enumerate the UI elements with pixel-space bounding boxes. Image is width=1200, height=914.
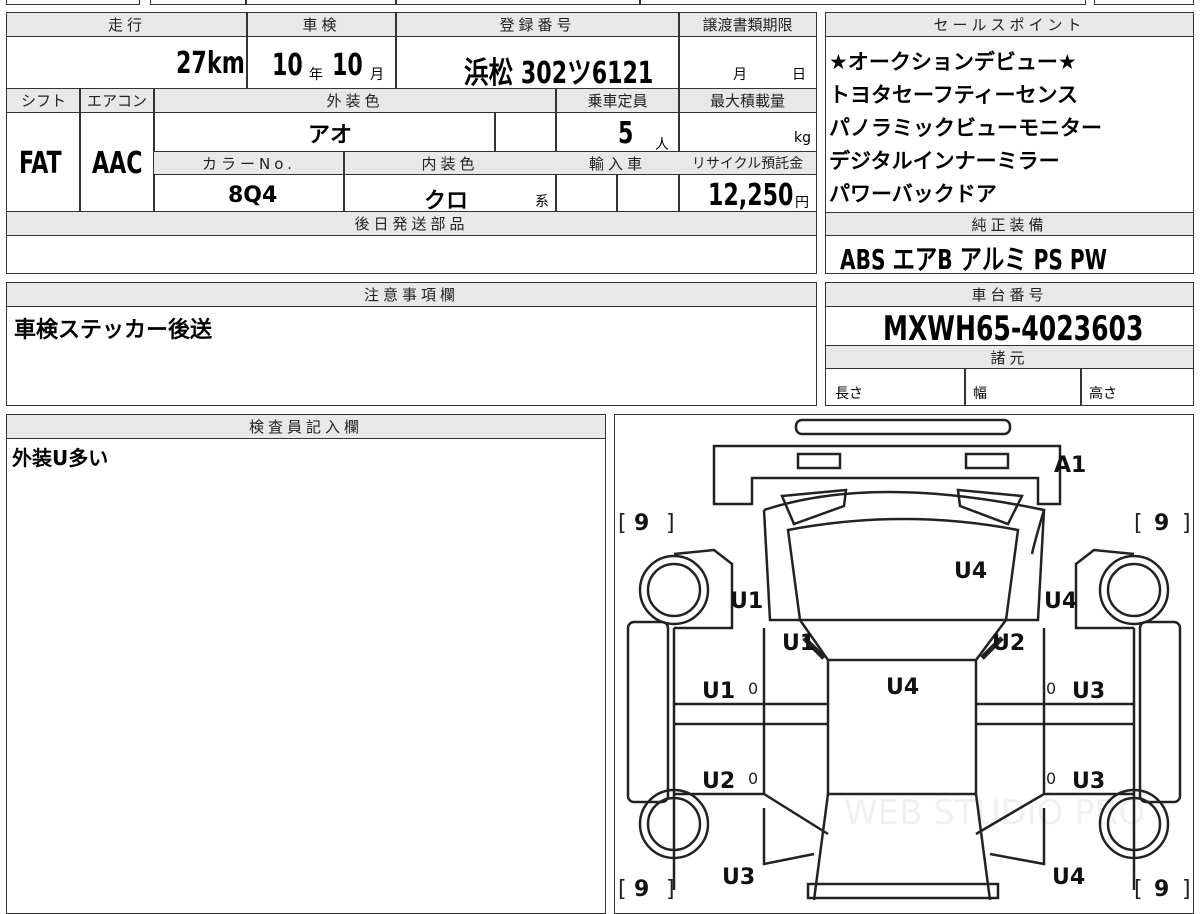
- sales-point-1: ★オークションデビュー★: [829, 50, 1077, 74]
- vehicle-diagram: [] [] [] [] 9 9 9 9 A1 U4 U1 U4 U1 U2 U4…: [618, 418, 1191, 900]
- sales-point-2: トヨタセーフティーセンス: [829, 83, 1079, 107]
- transfer-day: 日: [792, 67, 806, 83]
- later-parts-header: 後日発送部品: [7, 212, 816, 236]
- notes-value: 車検ステッカー後送: [14, 318, 213, 343]
- top-strip-cell-5: [640, 0, 1086, 5]
- inspector-header: 検査員記入欄: [7, 415, 605, 439]
- svg-text:[: [: [1134, 877, 1143, 900]
- exterior-color-header: 外装色: [154, 89, 556, 113]
- mark-fender-right: U4: [1044, 589, 1077, 614]
- mileage-unit: km: [207, 46, 245, 81]
- capacity-value: 5: [618, 116, 634, 151]
- watermark: WEB STUDIO PRO: [844, 793, 1145, 833]
- transfer-deadline-header: 譲渡書類期限: [679, 13, 816, 37]
- registration-header: 登録番号: [396, 13, 679, 37]
- zero-mark-3: 0: [748, 769, 758, 788]
- svg-text:]: ]: [1182, 511, 1191, 536]
- exterior-color-value: アオ: [308, 123, 353, 148]
- mark-hood: U4: [954, 559, 987, 584]
- svg-text:[: [: [618, 511, 627, 536]
- notes-header: 注意事項欄: [7, 283, 816, 307]
- equipment-header: 純正装備: [826, 212, 1193, 236]
- mark-quarter-right: U4: [1052, 865, 1085, 890]
- top-strip-cell-4: [396, 0, 640, 5]
- mark-pillar-right: U2: [992, 631, 1025, 656]
- shift-header: シフト: [7, 89, 80, 113]
- tire-rl-mark: 9: [634, 877, 649, 900]
- recycle-value: 12,250: [708, 178, 794, 213]
- mark-front-door-left: U1: [702, 679, 735, 704]
- color-no-value: 8Q4: [228, 183, 278, 208]
- specs-header: 諸元: [826, 345, 1193, 369]
- top-strip-cell-1: [6, 0, 140, 5]
- inspection-year-unit: 年: [309, 67, 323, 83]
- inspector-box: [6, 414, 606, 914]
- recycle-unit: 円: [795, 195, 809, 211]
- inspector-value: 外装U多い: [12, 446, 109, 470]
- mark-rear-door-right: U3: [1072, 769, 1105, 794]
- spec-width-label: 幅: [973, 386, 987, 402]
- interior-color-suffix: 系: [535, 194, 549, 210]
- spec-length-label: 長さ: [835, 386, 863, 402]
- zero-mark-4: 0: [1046, 769, 1056, 788]
- mark-front-bumper: A1: [1054, 453, 1086, 478]
- equipment-value: ABS エアB アルミ PS PW: [840, 243, 1107, 276]
- mark-roof: U4: [886, 675, 919, 700]
- top-strip-cell-2: [150, 0, 246, 5]
- inspection-month: 10: [332, 48, 363, 83]
- mark-fender-left: U1: [730, 589, 763, 614]
- zero-mark-2: 0: [1046, 679, 1056, 698]
- capacity-header: 乗車定員: [556, 89, 679, 113]
- recycle-header: リサイクル預託金: [679, 151, 816, 175]
- interior-color-header: 内装色: [344, 151, 556, 175]
- ac-value: AAC: [92, 146, 143, 181]
- max-load-header: 最大積載量: [679, 89, 816, 113]
- tire-fl-mark: 9: [634, 511, 649, 536]
- max-load-unit: kg: [794, 130, 811, 146]
- svg-text:[: [: [618, 877, 627, 900]
- color-no-header: カラーNo.: [154, 151, 344, 175]
- svg-text:]: ]: [1182, 877, 1191, 900]
- mark-front-door-right: U3: [1072, 679, 1105, 704]
- sales-point-3: パノラミックビューモニター: [829, 116, 1102, 140]
- svg-text:]: ]: [666, 877, 675, 900]
- mark-rear-door-left: U2: [702, 769, 735, 794]
- ac-header: エアコン: [80, 89, 154, 113]
- sales-point-5: パワーバックドア: [829, 182, 997, 206]
- chassis-header: 車台番号: [826, 283, 1193, 307]
- mark-pillar-left: U1: [782, 631, 815, 656]
- import-header: 輸入車: [556, 151, 679, 175]
- svg-text:]: ]: [666, 511, 675, 536]
- spec-height-label: 高さ: [1089, 386, 1117, 402]
- sales-point-4: デジタルインナーミラー: [829, 149, 1060, 173]
- chassis-value: MXWH65-4023603: [883, 309, 1144, 349]
- inspection-month-unit: 月: [370, 67, 384, 83]
- transfer-month: 月: [733, 67, 747, 83]
- tire-rr-mark: 9: [1154, 877, 1169, 900]
- top-strip-cell-3: [246, 0, 396, 5]
- sales-points-header: セールスポイント: [826, 13, 1193, 37]
- mileage-value: 27: [176, 46, 207, 81]
- zero-mark-1: 0: [748, 679, 758, 698]
- top-strip-cell-6: [1094, 0, 1194, 5]
- shift-value: FAT: [19, 146, 62, 181]
- registration-value: 浜松 302ツ6121: [464, 56, 654, 91]
- mark-quarter-left: U3: [722, 865, 755, 890]
- inspection-year: 10: [272, 48, 303, 83]
- inspection-header: 車検: [247, 13, 396, 37]
- tire-fr-mark: 9: [1154, 511, 1169, 536]
- mileage-header: 走行: [7, 13, 247, 37]
- svg-text:[: [: [1134, 511, 1143, 536]
